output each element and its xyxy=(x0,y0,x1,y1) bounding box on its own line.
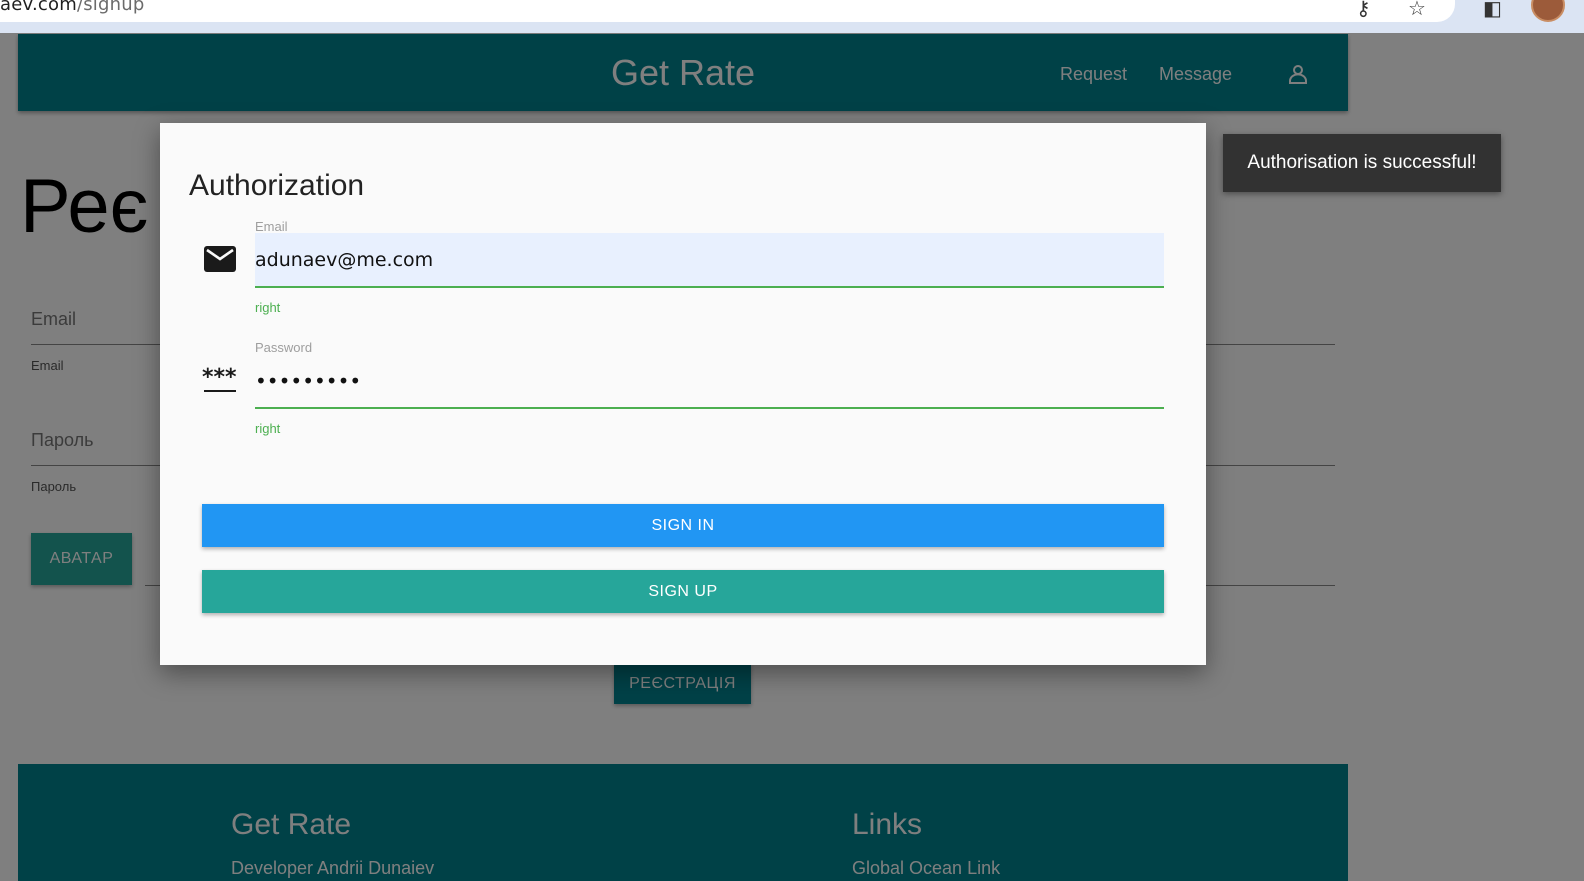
password-field[interactable]: ••••••••• xyxy=(255,369,361,393)
browser-chrome: aev.com/signup ⚷ ☆ ◧ xyxy=(0,0,1584,33)
profile-avatar[interactable] xyxy=(1531,0,1565,22)
email-underline xyxy=(255,286,1164,288)
sign-in-button[interactable]: SIGN IN xyxy=(202,504,1164,547)
dialog-title: Authorization xyxy=(189,169,365,202)
email-label: Email xyxy=(255,219,288,234)
svg-text:***: *** xyxy=(202,365,237,390)
email-helper: right xyxy=(255,300,281,315)
star-icon[interactable]: ☆ xyxy=(1408,0,1426,21)
page: Get Rate Request Message Реє Email Email… xyxy=(0,33,1584,881)
password-underline xyxy=(255,407,1164,409)
success-toast: Authorisation is successful! xyxy=(1223,134,1501,192)
password-label: Password xyxy=(255,340,313,355)
authorization-dialog: Authorization Email adunaev@me.com right… xyxy=(160,123,1206,665)
password-icon: *** xyxy=(202,365,237,392)
url-text: aev.com/signup xyxy=(0,0,144,15)
password-helper: right xyxy=(255,421,281,436)
mail-icon xyxy=(204,246,236,272)
url-path: /signup xyxy=(76,0,145,15)
key-icon[interactable]: ⚷ xyxy=(1356,0,1371,21)
sign-up-button[interactable]: SIGN UP xyxy=(202,570,1164,613)
url-host: aev.com xyxy=(0,0,77,15)
address-bar[interactable]: aev.com/signup ⚷ ☆ xyxy=(0,0,1455,22)
email-value[interactable]: adunaev@me.com xyxy=(255,249,433,271)
sidepanel-icon[interactable]: ◧ xyxy=(1483,0,1502,21)
